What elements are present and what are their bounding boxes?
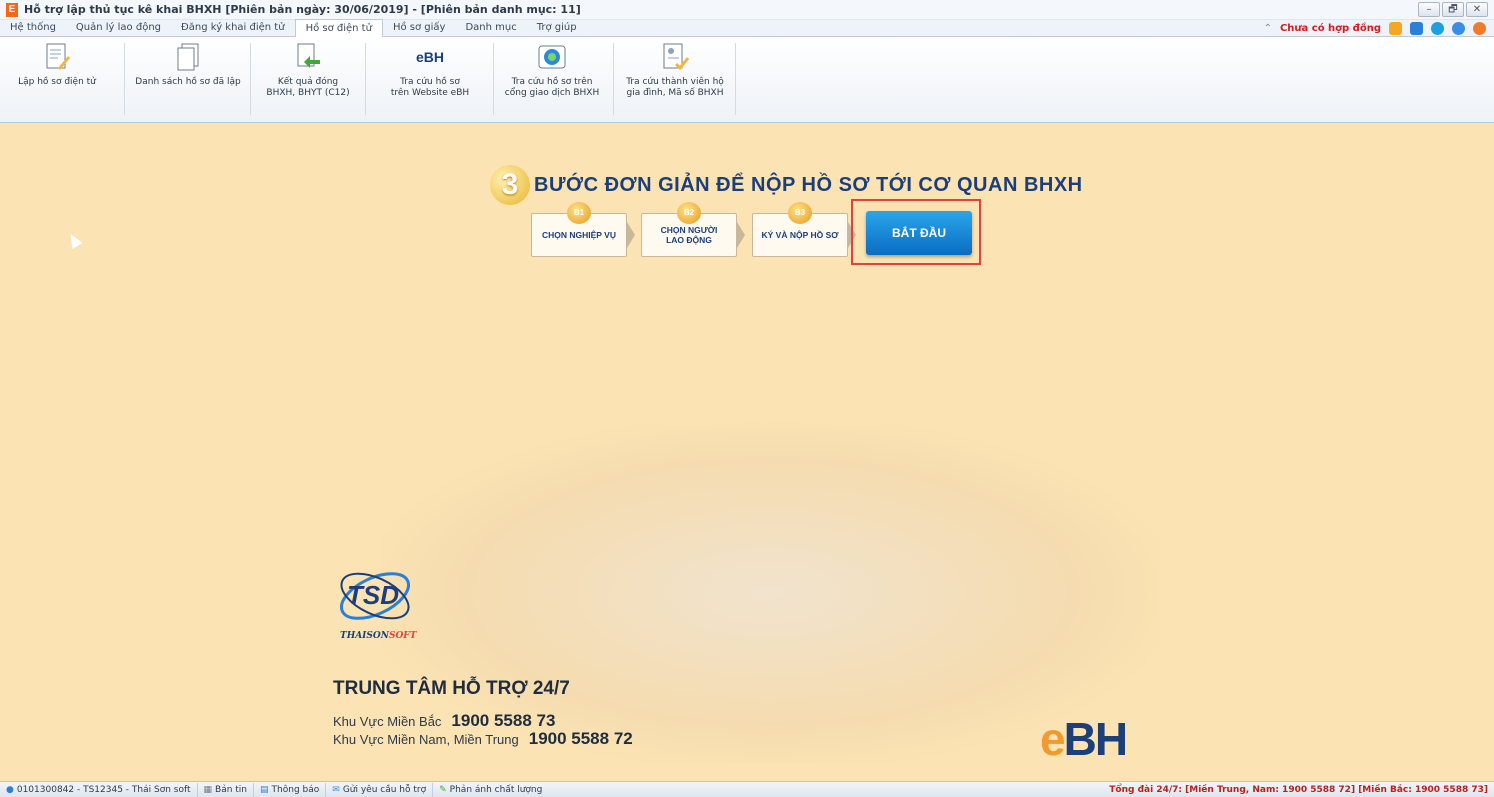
window-title: Hỗ trợ lập thủ tục kê khai BHXH [Phiên b… [24,3,581,16]
ribbon-label: Lập hồ sơ điện tử [18,77,96,87]
minimize-button[interactable]: – [1418,2,1440,17]
collapse-ribbon-icon[interactable]: ⌃ [1264,23,1272,34]
status-support-text: Gửi yêu cầu hỗ trợ [342,784,427,795]
status-bar: ● 0101300842 - TS12345 - Thái Sơn soft ▦… [0,781,1494,797]
ribbon-separator [365,43,366,115]
tab-ho-so-giay[interactable]: Hồ sơ giấy [383,19,456,36]
support-north-phone: 1900 5588 73 [451,711,556,730]
tab-dang-ky-khai-dien-tu[interactable]: Đăng ký khai điện tử [171,19,295,36]
skype-icon[interactable] [1431,22,1444,35]
mail-icon: ✉ [332,784,340,795]
step-3: B3 KÝ VÀ NỘP HỒ SƠ [752,202,848,257]
tab-danh-muc[interactable]: Danh mục [455,19,526,36]
ribbon-separator [250,43,251,115]
ribbon-tra-cuu-thanh-vien[interactable]: Tra cứu thành viên hộ gia đình, Mã số BH… [615,37,735,121]
support-north-label: Khu Vực Miền Bắc [333,714,442,729]
step-label: CHỌN NGƯỜI LAO ĐỘNG [660,225,718,245]
status-notice-text: Thông báo [271,784,320,795]
menu-bar: Hệ thống Quản lý lao động Đăng ký khai đ… [0,19,1494,37]
status-support-request[interactable]: ✉ Gửi yêu cầu hỗ trợ [326,782,434,797]
ribbon-separator [124,43,125,115]
support-title: TRUNG TÂM HỖ TRỢ 24/7 [333,678,570,699]
close-button[interactable]: ✕ [1466,2,1488,17]
ribbon-tra-cuu-website-ebh[interactable]: eBH Tra cứu hồ sơ trên Website eBH [367,37,493,121]
bell-icon[interactable] [1389,22,1402,35]
company-name-part2: SOFT [388,631,417,641]
contract-status[interactable]: Chưa có hợp đồng [1280,23,1381,34]
bhxh-emblem-icon [536,41,568,73]
ribbon: Lập hồ sơ điện tử Danh sách hồ sơ đã lập… [0,37,1494,123]
news-icon: ▦ [203,784,213,795]
ebh-logo-e: e [1040,713,1066,765]
step-badge: B1 [567,202,591,224]
ribbon-label: Tra cứu thành viên hộ gia đình, Mã số BH… [626,77,724,98]
headline: 3 BƯỚC ĐƠN GIẢN ĐỂ NỘP HỒ SƠ TỚI CƠ QUAN… [490,165,1083,205]
ebh-logo: eBH [1040,712,1128,766]
ribbon-label: Tra cứu hồ sơ trên Website eBH [390,77,470,98]
ribbon-danh-sach-ho-so[interactable]: Danh sách hồ sơ đã lập [126,37,250,121]
status-hotline: Tổng đài 24/7: [Miền Trung, Nam: 1900 55… [1109,785,1488,795]
step-label: CHỌN NGHIỆP VỤ [542,230,616,240]
step-badge: B2 [677,202,701,224]
support-south-phone: 1900 5588 72 [528,729,633,748]
status-feedback[interactable]: ✎ Phản ánh chất lượng [433,783,548,797]
ribbon-label: Danh sách hồ sơ đã lập [135,77,241,87]
document-edit-icon [41,41,73,73]
ribbon-label: Kết quả đóng BHXH, BHYT (C12) [266,77,350,98]
ribbon-label: Tra cứu hồ sơ trên cổng giao dịch BHXH [504,77,600,98]
headline-text: BƯỚC ĐƠN GIẢN ĐỂ NỘP HỒ SƠ TỚI CƠ QUAN B… [534,173,1083,196]
status-feedback-text: Phản ánh chất lượng [449,784,543,795]
restore-button[interactable]: 🗗 [1442,2,1464,17]
ribbon-ket-qua-dong[interactable]: Kết quả đóng BHXH, BHYT (C12) [252,37,364,121]
status-notice[interactable]: ▤ Thông báo [254,782,327,797]
step-badge: B3 [788,202,812,224]
company-name: THAISONSOFT [340,631,416,641]
step-label: KÝ VÀ NỘP HỒ SƠ [761,230,839,240]
status-user[interactable]: ● 0101300842 - TS12345 - Thái Sơn soft [0,782,198,797]
window-controls: – 🗗 ✕ [1418,2,1488,17]
ebh-logo-bh: BH [1063,713,1128,765]
ribbon-separator [493,43,494,115]
member-card-icon [659,41,691,73]
tab-tro-giup[interactable]: Trợ giúp [527,19,587,36]
status-news-text: Bản tin [215,784,248,795]
app-icon: E [6,2,18,17]
support-south: Khu Vực Miền Nam, Miền Trung 1900 5588 72 [333,729,633,749]
step-count-badge: 3 [490,165,530,205]
ribbon-separator [613,43,614,115]
tsd-logo: TSD [335,556,415,636]
main-panel: 3 BƯỚC ĐƠN GIẢN ĐỂ NỘP HỒ SƠ TỚI CƠ QUAN… [0,123,1494,781]
start-button[interactable]: BẮT ĐẦU [866,211,972,255]
ebh-logo-icon: eBH [414,41,446,73]
status-user-text: 0101300842 - TS12345 - Thái Sơn soft [16,784,191,795]
support-north: Khu Vực Miền Bắc 1900 5588 73 [333,711,555,731]
step-arrow-icon [737,222,745,248]
refresh-icon[interactable] [1410,22,1423,35]
ribbon-tra-cuu-cong-giao-dich[interactable]: Tra cứu hồ sơ trên cổng giao dịch BHXH [495,37,609,121]
help-icon[interactable] [1452,22,1465,35]
play-icon[interactable] [1473,22,1486,35]
notice-icon: ▤ [260,784,269,795]
step-2: B2 CHỌN NGƯỜI LAO ĐỘNG [641,202,737,257]
feedback-icon: ✎ [439,784,447,795]
tab-ho-so-dien-tu[interactable]: Hồ sơ điện tử [294,19,383,37]
tab-quan-ly-lao-dong[interactable]: Quản lý lao động [66,19,171,36]
menu-right-area: ⌃ Chưa có hợp đồng [1264,20,1486,37]
mouse-cursor-icon [65,230,83,250]
documents-list-icon [172,41,204,73]
result-arrow-icon [292,41,324,73]
ebh-icon-text: eBH [415,49,444,65]
ribbon-lap-ho-so-dien-tu[interactable]: Lập hồ sơ điện tử [14,37,100,121]
status-news[interactable]: ▦ Bản tin [198,782,255,797]
tsd-logo-text: TSD [347,580,399,610]
tab-he-thong[interactable]: Hệ thống [0,19,66,36]
support-south-label: Khu Vực Miền Nam, Miền Trung [333,732,519,747]
user-icon: ● [6,784,14,795]
step-1: B1 CHỌN NGHIỆP VỤ [531,202,627,257]
ribbon-separator [735,43,736,115]
company-name-part1: THAISON [340,631,389,641]
title-bar: E Hỗ trợ lập thủ tục kê khai BHXH [Phiên… [0,0,1494,20]
step-arrow-icon [627,222,635,248]
